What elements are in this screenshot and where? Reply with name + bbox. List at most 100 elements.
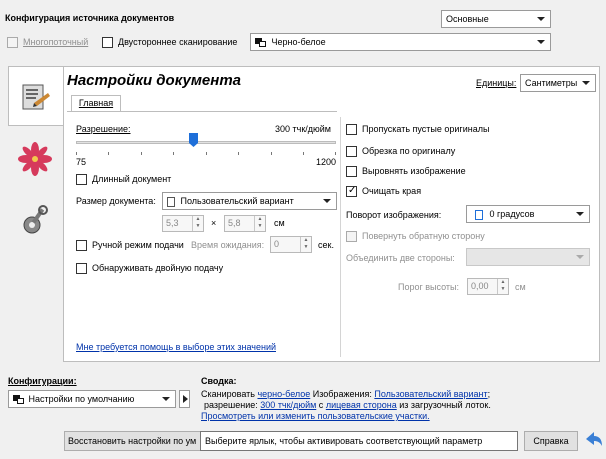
stepper-arrows-icon[interactable]: ▲ ▼ [254,216,265,231]
wrench-gear-icon [23,205,48,234]
summary-semicolon: ; [487,389,491,399]
long-doc-label: Длинный документ [92,174,172,184]
slider-tick [238,152,239,155]
multistream-checkbox[interactable] [7,37,18,48]
stepper-arrows-icon[interactable]: ▲ ▼ [192,216,203,231]
chevron-down-icon [162,397,170,401]
rotation-select[interactable]: 0 градусов [466,205,590,223]
multistream-label: Многопоточный [23,37,89,47]
times-sign: × [211,218,217,228]
summary-line-1: Сканировать черно-белое Изображения: Пол… [201,389,490,399]
merge-sides-select[interactable] [466,248,590,266]
summary-from: из загрузочный лоток. [399,400,491,410]
window-title: Конфигурация источника документов [5,13,175,23]
slider-tick [108,152,109,155]
deskew-checkbox[interactable] [346,166,357,177]
config-menu-button[interactable] [179,390,190,408]
chevron-down-icon [537,40,545,44]
slider-tick [76,152,77,155]
color-mode-icon [13,395,24,405]
column-divider [340,117,341,357]
doc-size-value: Пользовательский вариант [180,196,294,206]
units-select[interactable]: Сантиметры [520,74,596,92]
width-stepper[interactable]: 5,3 ▲ ▼ [162,215,204,232]
chevron-right-icon [183,395,188,403]
clean-edges-label: Очищать края [362,186,422,196]
sidebar [8,66,64,356]
slider-track [76,141,336,144]
mode-select-value: Основные [446,14,489,24]
slider-tick [173,152,174,155]
summary-regions-link[interactable]: Просмотреть или изменить пользовательски… [201,411,430,421]
slider-tick [141,152,142,155]
threshold-value: 0,00 [471,281,489,291]
height-value: 5,8 [228,218,241,228]
wait-time-unit: сек. [318,240,334,250]
units-label: Единицы: [476,78,517,88]
wait-time-label: Время ожидания: [191,240,265,250]
chevron-down-icon [537,17,545,21]
sidebar-tab-device[interactable] [8,194,62,254]
long-doc-checkbox[interactable] [76,174,87,185]
crop-checkbox[interactable] [346,146,357,157]
chevron-down-icon [582,81,590,85]
resolution-label: Разрешение: [76,124,131,134]
document-page-icon [167,196,175,207]
units-select-value: Сантиметры [525,78,578,88]
double-feed-checkbox[interactable] [76,263,87,274]
page-title: Настройки документа [67,72,242,89]
slider-tick [303,152,304,155]
tooltip: Выберите ярлык, чтобы активировать соотв… [200,431,518,451]
width-value: 5,3 [166,218,179,228]
flip-back-label: Повернуть обратную сторону [362,231,485,241]
summary-line-2: разрешение: 300 тчк/дюйм с лицевая сторо… [204,400,491,410]
chevron-down-icon [323,199,331,203]
help-button[interactable]: Справка [524,431,578,451]
crop-label: Обрезка по оригиналу [362,146,456,156]
sidebar-tab-document[interactable] [8,66,64,126]
summary-color-link[interactable]: черно-белое [257,389,310,399]
stepper-arrows-icon[interactable]: ▲ ▼ [497,279,508,294]
rotation-value: 0 градусов [489,209,535,219]
document-settings-icon [22,84,50,110]
threshold-stepper[interactable]: 0,00 ▲ ▼ [467,278,509,295]
slider-tick [271,152,272,155]
rotate-page-icon [475,209,483,220]
summary-scan: Сканировать [201,389,255,399]
doc-size-select[interactable]: Пользовательский вариант [162,192,337,210]
chevron-down-icon [576,255,584,259]
duplex-checkbox[interactable] [102,37,113,48]
size-unit: см [274,218,285,228]
summary-with: с [318,400,324,410]
skip-blank-checkbox[interactable] [346,124,357,135]
help-link[interactable]: Мне требуется помощь в выборе этих значе… [76,342,276,352]
config-select[interactable]: Настройки по умолчанию [8,390,176,408]
color-mode-icon [255,38,266,48]
tab-main[interactable]: Главная [71,95,121,112]
height-stepper[interactable]: 5,8 ▲ ▼ [224,215,266,232]
resolution-slider[interactable] [76,133,336,151]
summary-res: разрешение: [204,400,258,410]
checkmark-icon: ✓ [348,185,357,196]
summary-images: Изображения: [312,389,372,399]
slider-tick [335,152,336,155]
color-mode-value: Черно-белое [271,37,326,47]
double-feed-label: Обнаруживать двойную подачу [92,263,224,273]
clean-edges-checkbox[interactable]: ✓ [346,185,357,197]
wait-time-stepper[interactable]: 0 ▲ ▼ [270,236,312,253]
color-mode-select[interactable]: Черно-белое [250,33,551,51]
slider-thumb[interactable] [188,133,198,147]
back-arrow-icon[interactable] [584,429,604,451]
resolution-min: 75 [76,157,87,167]
tab-divider [67,111,337,112]
flip-back-checkbox[interactable] [346,231,357,242]
restore-defaults-button[interactable]: Восстановить настройки по ум [64,431,206,451]
manual-feed-checkbox[interactable] [76,240,87,251]
sidebar-tab-image[interactable] [8,130,62,190]
summary-label: Сводка: [201,376,237,386]
stepper-arrows-icon[interactable]: ▲ ▼ [300,237,311,252]
mode-select[interactable]: Основные [441,10,551,28]
summary-dpi-link[interactable]: 300 тчк/дюйм [260,400,316,410]
summary-custom-link[interactable]: Пользовательский вариант [374,389,487,399]
summary-front-link[interactable]: лицевая сторона [326,400,397,410]
